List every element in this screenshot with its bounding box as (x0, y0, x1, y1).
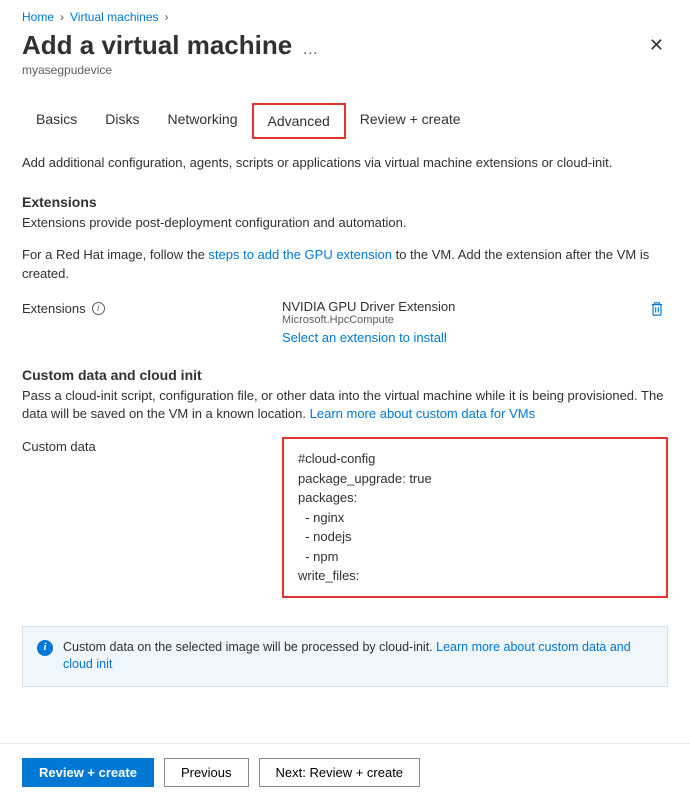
code-line: - npm (298, 549, 338, 564)
chevron-right-icon: › (60, 10, 64, 24)
chevron-right-icon: › (165, 10, 169, 24)
extensions-redhat-note: For a Red Hat image, follow the steps to… (22, 246, 668, 282)
custom-data-label-text: Custom data (22, 439, 96, 454)
code-line: package_upgrade: true (298, 471, 432, 486)
panel: Home › Virtual machines › Add a virtual … (0, 0, 690, 743)
info-icon: i (37, 640, 53, 656)
extension-item: NVIDIA GPU Driver Extension Microsoft.Hp… (282, 299, 668, 326)
info-icon[interactable]: i (92, 302, 105, 315)
trash-icon (650, 301, 664, 317)
tab-content: Add additional configuration, agents, sc… (22, 140, 668, 743)
tab-review-create[interactable]: Review + create (346, 103, 475, 139)
custom-data-row: Custom data #cloud-config package_upgrad… (22, 437, 668, 598)
custom-data-learn-link[interactable]: Learn more about custom data for VMs (310, 406, 535, 421)
page-title: Add a virtual machine (22, 30, 292, 61)
extension-publisher: Microsoft.HpcCompute (282, 314, 455, 326)
more-button[interactable]: … (302, 41, 318, 59)
extension-name: NVIDIA GPU Driver Extension (282, 299, 455, 314)
custom-data-label: Custom data (22, 437, 282, 454)
breadcrumb-home[interactable]: Home (22, 10, 54, 24)
close-button[interactable]: ✕ (645, 31, 668, 60)
tab-disks[interactable]: Disks (91, 103, 153, 139)
code-line: packages: (298, 490, 357, 505)
heading-row: Add a virtual machine … ✕ (22, 30, 668, 61)
redhat-prefix: For a Red Hat image, follow the (22, 247, 208, 262)
extensions-label: Extensions i (22, 299, 282, 316)
select-extension-link[interactable]: Select an extension to install (282, 330, 668, 345)
extensions-description: Extensions provide post-deployment confi… (22, 214, 668, 232)
tab-networking[interactable]: Networking (153, 103, 251, 139)
extensions-heading: Extensions (22, 194, 668, 210)
extensions-row: Extensions i NVIDIA GPU Driver Extension… (22, 299, 668, 345)
custom-data-description: Pass a cloud-init script, configuration … (22, 387, 668, 423)
code-line: - nginx (298, 510, 344, 525)
tab-advanced[interactable]: Advanced (252, 103, 346, 139)
gpu-extension-steps-link[interactable]: steps to add the GPU extension (208, 247, 392, 262)
tab-basics[interactable]: Basics (22, 103, 91, 139)
wizard-footer: Review + create Previous Next: Review + … (0, 743, 690, 801)
delete-extension-button[interactable] (646, 299, 668, 322)
advanced-intro: Add additional configuration, agents, sc… (22, 154, 668, 172)
device-name: myasegpudevice (22, 63, 668, 77)
cloud-init-info-banner: i Custom data on the selected image will… (22, 626, 668, 687)
tabs: Basics Disks Networking Advanced Review … (22, 103, 668, 140)
extensions-label-text: Extensions (22, 301, 86, 316)
custom-data-input[interactable]: #cloud-config package_upgrade: true pack… (282, 437, 668, 598)
review-create-button[interactable]: Review + create (22, 758, 154, 787)
info-banner-text: Custom data on the selected image will b… (63, 640, 436, 654)
custom-data-heading: Custom data and cloud init (22, 367, 668, 383)
next-button[interactable]: Next: Review + create (259, 758, 421, 787)
code-line: write_files: (298, 568, 359, 583)
code-line: #cloud-config (298, 451, 375, 466)
breadcrumb: Home › Virtual machines › (22, 10, 668, 24)
breadcrumb-vms[interactable]: Virtual machines (70, 10, 159, 24)
previous-button[interactable]: Previous (164, 758, 249, 787)
code-line: - nodejs (298, 529, 351, 544)
